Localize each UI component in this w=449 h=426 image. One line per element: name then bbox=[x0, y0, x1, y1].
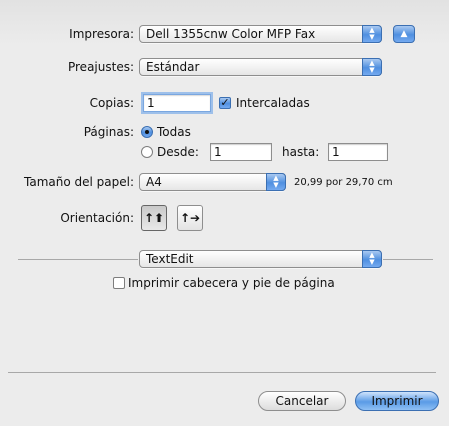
presets-label: Preajustes: bbox=[67, 60, 134, 74]
printer-value: Dell 1355cnw Color MFP Fax bbox=[146, 27, 316, 41]
header-footer-checkbox[interactable] bbox=[113, 277, 125, 289]
pages-label: Páginas: bbox=[83, 125, 134, 139]
section-divider-right bbox=[383, 259, 433, 260]
copies-field[interactable]: 1 bbox=[143, 94, 211, 112]
orientation-label: Orientación: bbox=[60, 211, 134, 225]
checkmark-icon: ✓ bbox=[220, 96, 230, 109]
pages-from-label: Desde: bbox=[157, 145, 199, 159]
orientation-portrait-button[interactable]: ↑⬆ bbox=[141, 205, 167, 231]
triangle-up-icon: ▲ bbox=[400, 29, 408, 39]
pages-to-field[interactable]: 1 bbox=[328, 143, 388, 161]
presets-value: Estándar bbox=[146, 60, 200, 74]
paper-size-dimensions: 20,99 por 29,70 cm bbox=[294, 177, 393, 188]
pages-all-radio[interactable] bbox=[141, 126, 153, 138]
header-footer-label: Imprimir cabecera y pie de página bbox=[128, 276, 335, 290]
disclosure-button[interactable]: ▲ bbox=[393, 25, 415, 43]
presets-popup[interactable]: Estándar ▲ ▼ bbox=[139, 58, 382, 76]
popup-arrows-icon: ▲ ▼ bbox=[362, 250, 382, 268]
pages-to-label: hasta: bbox=[282, 145, 320, 159]
printer-popup[interactable]: Dell 1355cnw Color MFP Fax ▲ ▼ bbox=[139, 25, 382, 43]
paper-size-value: A4 bbox=[146, 175, 162, 189]
pages-all-label: Todas bbox=[157, 125, 191, 139]
popup-arrows-icon: ▲ ▼ bbox=[362, 58, 382, 76]
portrait-person-icon: ↑⬆ bbox=[143, 211, 165, 225]
copies-label: Copias: bbox=[89, 96, 134, 110]
paper-size-popup[interactable]: A4 ▲ ▼ bbox=[139, 173, 286, 191]
orientation-landscape-button[interactable]: ↑➔ bbox=[177, 205, 203, 231]
section-divider-left bbox=[18, 259, 138, 260]
print-button[interactable]: Imprimir bbox=[355, 391, 439, 411]
collated-label: Intercaladas bbox=[236, 96, 310, 110]
pages-from-radio[interactable] bbox=[141, 146, 153, 158]
landscape-person-icon: ↑➔ bbox=[179, 211, 201, 225]
popup-arrows-icon: ▲ ▼ bbox=[362, 25, 382, 43]
printer-label: Impresora: bbox=[69, 27, 134, 41]
popup-arrows-icon: ▲ ▼ bbox=[266, 173, 286, 191]
pages-from-field[interactable]: 1 bbox=[210, 143, 272, 161]
section-popup[interactable]: TextEdit ▲ ▼ bbox=[139, 250, 382, 268]
paper-size-label: Tamaño del papel: bbox=[24, 175, 134, 189]
collated-checkbox[interactable]: ✓ bbox=[219, 97, 231, 109]
cancel-button[interactable]: Cancelar bbox=[258, 391, 346, 411]
section-value: TextEdit bbox=[146, 252, 194, 266]
bottom-separator bbox=[8, 372, 436, 373]
